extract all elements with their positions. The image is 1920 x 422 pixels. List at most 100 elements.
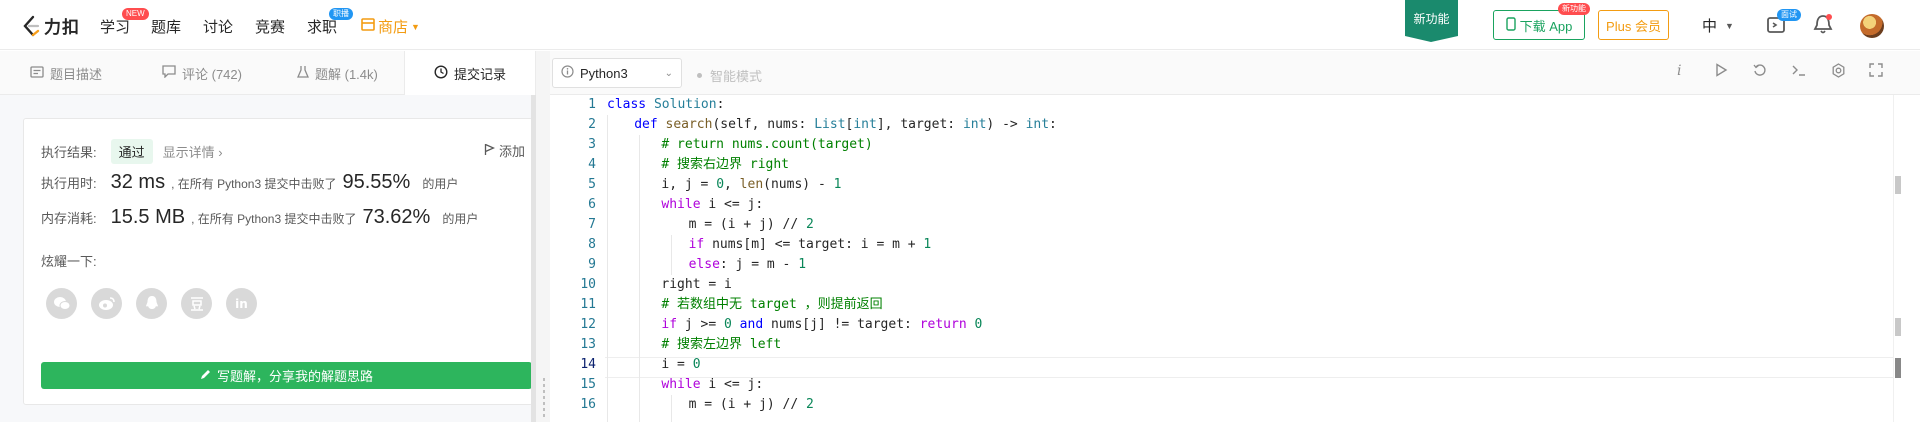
code-line[interactable]: else: j = m - 1 <box>689 255 806 275</box>
code-line[interactable]: right = i <box>661 275 731 295</box>
submission-result-card: 执行结果: 通过 显示详情 › 添加 执行用时: 32 ms , 在所有 Pyt… <box>23 118 533 405</box>
chevron-down-icon: ▼ <box>411 21 420 32</box>
tab-description-label: 题目描述 <box>50 66 103 82</box>
panel-divider[interactable] <box>536 51 550 422</box>
code-token: while <box>661 377 709 392</box>
current-line-highlight <box>605 357 1895 378</box>
download-app-label: 下载 App <box>1519 18 1573 34</box>
code-line[interactable]: while i <= j: <box>661 195 763 215</box>
nav-shop[interactable]: 商店 ▼ <box>361 16 420 37</box>
plus-member-button[interactable]: Plus 会员 <box>1598 10 1669 40</box>
nav-learn-label: 学习 <box>100 19 131 36</box>
nav-contest[interactable]: 竞赛 <box>255 16 285 37</box>
code-token: # 搜索左边界 left <box>661 337 782 352</box>
code-line[interactable]: class Solution: <box>607 95 724 115</box>
code-token: nums[j] != target: <box>770 317 920 332</box>
new-feature-ribbon[interactable]: 新功能 <box>1405 0 1458 42</box>
nav-problemset[interactable]: 题库 <box>151 16 181 37</box>
chevron-down-icon: ▼ <box>1725 20 1734 31</box>
code-token: return <box>919 317 975 332</box>
code-line[interactable]: # return nums.count(target) <box>661 135 872 155</box>
code-line[interactable]: if j >= 0 and nums[j] != target: return … <box>661 315 982 335</box>
code-token: # return nums.count(target) <box>661 137 873 152</box>
code-token: 1 <box>923 237 932 252</box>
douban-icon[interactable] <box>181 288 212 319</box>
tab-comments[interactable]: 评论 (742) <box>162 51 242 95</box>
line-number: 7 <box>588 217 596 232</box>
nav-learn[interactable]: 学习 NEW <box>100 8 149 37</box>
scroll-thumb[interactable] <box>1895 358 1901 378</box>
code-token: while <box>661 197 709 212</box>
code-token: len <box>739 177 764 192</box>
console-icon[interactable] <box>1791 63 1807 80</box>
code-line[interactable]: # 搜索右边界 right <box>661 155 789 175</box>
code-token: class <box>607 97 654 112</box>
drag-handle[interactable] <box>543 378 545 418</box>
share-row-label: 炫耀一下: <box>41 251 97 270</box>
code-line[interactable]: m = (i + j) // 2 <box>689 215 814 235</box>
code-token: : <box>1049 117 1057 132</box>
nav-discuss[interactable]: 讨论 <box>203 16 233 37</box>
bell-icon[interactable] <box>1813 13 1833 40</box>
tab-comments-label: 评论 (742) <box>182 66 242 82</box>
tab-solutions[interactable]: 题解 (1.4k) <box>297 51 378 95</box>
tab-submissions[interactable]: 提交记录 <box>404 51 536 95</box>
shop-icon <box>361 18 375 35</box>
code-token: 2 <box>806 397 814 412</box>
write-solution-button[interactable]: 写题解，分享我的解题思路 <box>41 362 532 389</box>
memory-suffix: 的用户 <box>442 212 479 226</box>
nav-discuss-label: 讨论 <box>203 19 234 36</box>
code-line[interactable]: if nums[m] <= target: i = m + 1 <box>689 235 932 255</box>
interview-icon[interactable]: 面试 <box>1766 9 1801 40</box>
settings-icon[interactable] <box>1831 63 1846 81</box>
code-line[interactable]: m = (i + j) // 2 <box>689 395 814 415</box>
code-token: right = i <box>661 277 732 292</box>
add-note-button[interactable]: 添加 <box>484 141 525 160</box>
weibo-icon[interactable] <box>91 288 122 319</box>
code-line[interactable]: i = 0 <box>661 355 700 375</box>
download-badge: 新功能 <box>1558 3 1590 15</box>
code-token: 1 <box>798 257 807 272</box>
download-app-button[interactable]: 下载 App 新功能 <box>1493 3 1590 40</box>
run-icon[interactable] <box>1714 63 1728 80</box>
tab-solutions-label: 题解 (1.4k) <box>315 66 378 82</box>
nav-problemset-label: 题库 <box>151 19 182 36</box>
memory-desc: , 在所有 Python3 提交中击败了 <box>191 212 357 226</box>
show-details-link[interactable]: 显示详情 › <box>163 142 223 161</box>
dot-icon <box>697 73 702 78</box>
logo[interactable]: 力扣 <box>22 13 80 38</box>
code-token: nums[m] <= target: i = m + <box>712 237 924 252</box>
fullscreen-icon[interactable] <box>1869 63 1883 80</box>
language-select[interactable]: Python3 ⌄ <box>552 58 682 88</box>
info-icon[interactable]: i <box>1677 63 1681 79</box>
code-line[interactable]: while i <= j: <box>661 375 763 395</box>
memory-row: 内存消耗: 15.5 MB , 在所有 Python3 提交中击败了 73.62… <box>41 206 478 229</box>
runtime-desc: , 在所有 Python3 提交中击败了 <box>171 177 337 191</box>
linkedin-icon[interactable]: in <box>226 288 257 319</box>
reset-icon[interactable] <box>1753 63 1767 80</box>
wechat-icon[interactable] <box>46 288 77 319</box>
linkedin-glyph: in <box>235 296 248 311</box>
nav-jobs-label: 求职 <box>307 19 338 36</box>
jobs-badge: 职播 <box>329 8 353 20</box>
line-number: 5 <box>588 177 596 192</box>
nav-jobs[interactable]: 求职 职播 <box>307 8 353 37</box>
avatar[interactable] <box>1860 14 1884 38</box>
code-line[interactable]: def search(self, nums: List[int], target… <box>634 115 1057 135</box>
code-line[interactable]: # 若数组中无 target ，则提前返回 <box>661 295 882 315</box>
line-number: 8 <box>588 237 596 252</box>
status-row: 执行结果: 通过 显示详情 › <box>41 139 223 164</box>
line-number: 9 <box>588 257 596 272</box>
code-token: int <box>962 117 987 132</box>
code-line[interactable]: i, j = 0, len(nums) - 1 <box>661 175 841 195</box>
top-navbar: 力扣 学习 NEW 题库 讨论 竞赛 求职 职播 商店 ▼ 新功能 下载 App… <box>0 0 1920 50</box>
runtime-value: 32 ms <box>110 171 166 193</box>
qq-icon[interactable] <box>136 288 167 319</box>
code-token: 2 <box>806 217 814 232</box>
smart-mode-toggle[interactable]: 智能模式 <box>697 66 762 85</box>
share-buttons: in <box>46 288 257 319</box>
code-token: 0 <box>716 177 725 192</box>
tab-description[interactable]: 题目描述 <box>30 51 102 95</box>
code-line[interactable]: # 搜索左边界 left <box>661 335 781 355</box>
language-switch[interactable]: 中 ▼ <box>1702 15 1734 36</box>
